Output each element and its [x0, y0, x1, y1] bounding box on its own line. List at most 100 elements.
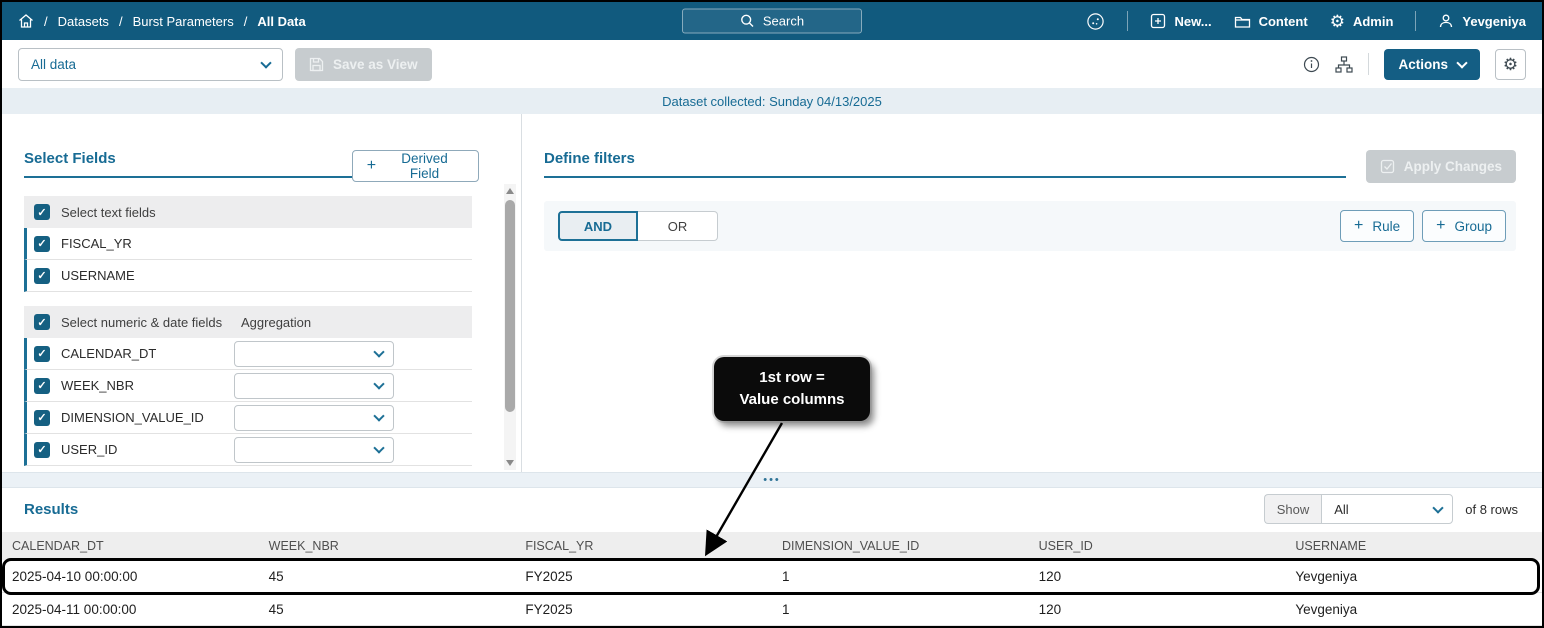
checkbox-week-nbr[interactable]: ✓: [34, 377, 50, 394]
table-row[interactable]: 2025-04-11 00:00:00 45 FY2025 1 120 Yevg…: [2, 593, 1542, 626]
checkbox-calendar-dt[interactable]: ✓: [34, 345, 50, 362]
dataset-collected-banner: Dataset collected: Sunday 04/13/2025: [2, 88, 1542, 114]
lineage-icon[interactable]: [1335, 55, 1354, 73]
chevron-down-icon: [373, 346, 385, 358]
toolbar-divider: [1368, 53, 1370, 75]
checkbox-username[interactable]: ✓: [34, 267, 50, 284]
text-fields-group-label: Select text fields: [61, 204, 156, 220]
derived-field-button[interactable]: + Derived Field: [351, 150, 479, 182]
column-header-user-id[interactable]: USER_ID: [1029, 539, 1286, 553]
annotation-line1: 1st row =: [759, 369, 825, 387]
table-row[interactable]: 2025-04-10 00:00:00 45 FY2025 1 120 Yevg…: [2, 560, 1542, 593]
info-icon[interactable]: [1303, 56, 1320, 73]
search-icon: [740, 14, 755, 29]
cell-user-id: 120: [1038, 601, 1062, 617]
checkbox-dimension-value-id[interactable]: ✓: [34, 409, 50, 426]
field-row-dimension-value-id: ✓ DIMENSION_VALUE_ID: [24, 402, 472, 434]
fields-scrollbar[interactable]: [504, 184, 516, 470]
cell-user-id: 120: [1038, 568, 1062, 584]
add-rule-button[interactable]: + Rule: [1340, 210, 1415, 242]
cell-calendar-dt: 2025-04-10 00:00:00: [12, 568, 138, 584]
cell-week-nbr: 45: [268, 568, 284, 584]
plus-icon: +: [1354, 217, 1364, 234]
field-row-calendar-dt: ✓ CALENDAR_DT: [24, 338, 472, 370]
save-as-view-button[interactable]: Save as View: [295, 47, 432, 81]
save-icon: [309, 57, 324, 72]
breadcrumb-item-burst-parameters[interactable]: Burst Parameters: [133, 14, 234, 29]
field-list: ✓ Select text fields ✓ FISCAL_YR ✓ USERN…: [24, 196, 472, 466]
breadcrumb-item-datasets[interactable]: Datasets: [58, 14, 109, 29]
column-header-week-nbr[interactable]: WEEK_NBR: [259, 539, 516, 553]
user-menu[interactable]: Yevgeniya: [1438, 13, 1526, 29]
scroll-up-arrow-icon[interactable]: [506, 188, 514, 194]
numeric-fields-group-label: Select numeric & date fields: [61, 314, 223, 330]
or-toggle[interactable]: OR: [638, 211, 718, 241]
cell-dimension-value-id: 1: [781, 601, 790, 617]
table-header-row: CALENDAR_DT WEEK_NBR FISCAL_YR DIMENSION…: [2, 532, 1542, 560]
apply-changes-label: Apply Changes: [1403, 159, 1502, 174]
chevron-down-icon: [373, 378, 385, 390]
add-group-button[interactable]: + Group: [1422, 210, 1506, 242]
content-menu[interactable]: Content: [1234, 14, 1308, 29]
field-label: USER_ID: [61, 442, 118, 457]
field-label: WEEK_NBR: [61, 378, 134, 393]
column-header-username[interactable]: USERNAME: [1285, 539, 1542, 553]
folder-icon: [1234, 14, 1251, 29]
column-header-fiscal-yr[interactable]: FISCAL_YR: [515, 539, 772, 553]
explore-icon[interactable]: [1086, 12, 1105, 31]
define-filters-panel: Define filters Apply Changes AND OR + Ru…: [522, 114, 1542, 472]
field-row-username: ✓ USERNAME: [24, 260, 472, 292]
new-menu[interactable]: New...: [1150, 13, 1212, 29]
search-button[interactable]: Search: [682, 8, 862, 34]
view-toolbar: All data Save as View Actions ⚙: [2, 40, 1542, 88]
check-square-icon: [1380, 159, 1395, 174]
show-rows-select[interactable]: All: [1321, 494, 1454, 524]
scrollbar-thumb[interactable]: [505, 200, 515, 412]
panel-resize-handle[interactable]: •••: [2, 472, 1542, 488]
plus-icon: +: [366, 157, 377, 174]
select-fields-title: Select Fields: [24, 150, 352, 178]
chevron-down-icon: [373, 442, 385, 454]
and-or-toggle: AND OR: [558, 211, 718, 241]
breadcrumb-separator: /: [44, 13, 48, 29]
and-toggle[interactable]: AND: [558, 211, 638, 241]
derived-field-label: Derived Field: [401, 151, 448, 181]
scroll-down-arrow-icon[interactable]: [506, 460, 514, 466]
field-row-fiscal-yr: ✓ FISCAL_YR: [24, 228, 472, 260]
aggregation-select-week-nbr[interactable]: [234, 372, 394, 399]
define-filters-title: Define filters: [544, 150, 1346, 178]
checkbox-user-id[interactable]: ✓: [34, 441, 50, 458]
breadcrumb-separator: /: [243, 13, 248, 29]
admin-gear-icon: ⚙: [1329, 11, 1345, 31]
content-label: Content: [1258, 13, 1308, 29]
user-name: Yevgeniya: [1462, 13, 1526, 29]
cell-dimension-value-id: 1: [781, 568, 790, 584]
home-icon[interactable]: [18, 13, 34, 29]
apply-changes-button[interactable]: Apply Changes: [1365, 150, 1516, 183]
field-label: CALENDAR_DT: [61, 346, 157, 361]
column-header-calendar-dt[interactable]: CALENDAR_DT: [2, 539, 259, 553]
settings-gear-button[interactable]: ⚙: [1495, 48, 1526, 80]
admin-label: Admin: [1352, 13, 1394, 29]
actions-label: Actions: [1398, 56, 1448, 72]
drag-dots-icon: •••: [763, 474, 781, 486]
column-header-dimension-value-id[interactable]: DIMENSION_VALUE_ID: [772, 539, 1029, 553]
field-row-week-nbr: ✓ WEEK_NBR: [24, 370, 472, 402]
results-header: Results Show All of 8 rows: [2, 494, 1542, 524]
admin-menu[interactable]: ⚙ Admin: [1330, 13, 1394, 30]
checkbox-select-text-fields[interactable]: ✓: [34, 204, 50, 220]
aggregation-select-calendar-dt[interactable]: [234, 340, 394, 367]
checkbox-select-numeric-fields[interactable]: ✓: [34, 314, 50, 330]
rows-count-text: of 8 rows: [1465, 501, 1518, 517]
results-controls: Show All of 8 rows: [1263, 494, 1518, 524]
view-select[interactable]: All data: [18, 47, 283, 81]
cell-week-nbr: 45: [268, 601, 284, 617]
aggregation-select-dimension-value-id[interactable]: [234, 404, 394, 431]
field-label: DIMENSION_VALUE_ID: [61, 410, 204, 425]
actions-button[interactable]: Actions: [1384, 48, 1480, 80]
aggregation-select-user-id[interactable]: [234, 436, 394, 463]
search-label: Search: [762, 13, 805, 29]
breadcrumb-separator: /: [118, 13, 123, 29]
top-navbar: / Datasets / Burst Parameters / All Data…: [2, 2, 1542, 40]
checkbox-fiscal-yr[interactable]: ✓: [34, 235, 50, 252]
